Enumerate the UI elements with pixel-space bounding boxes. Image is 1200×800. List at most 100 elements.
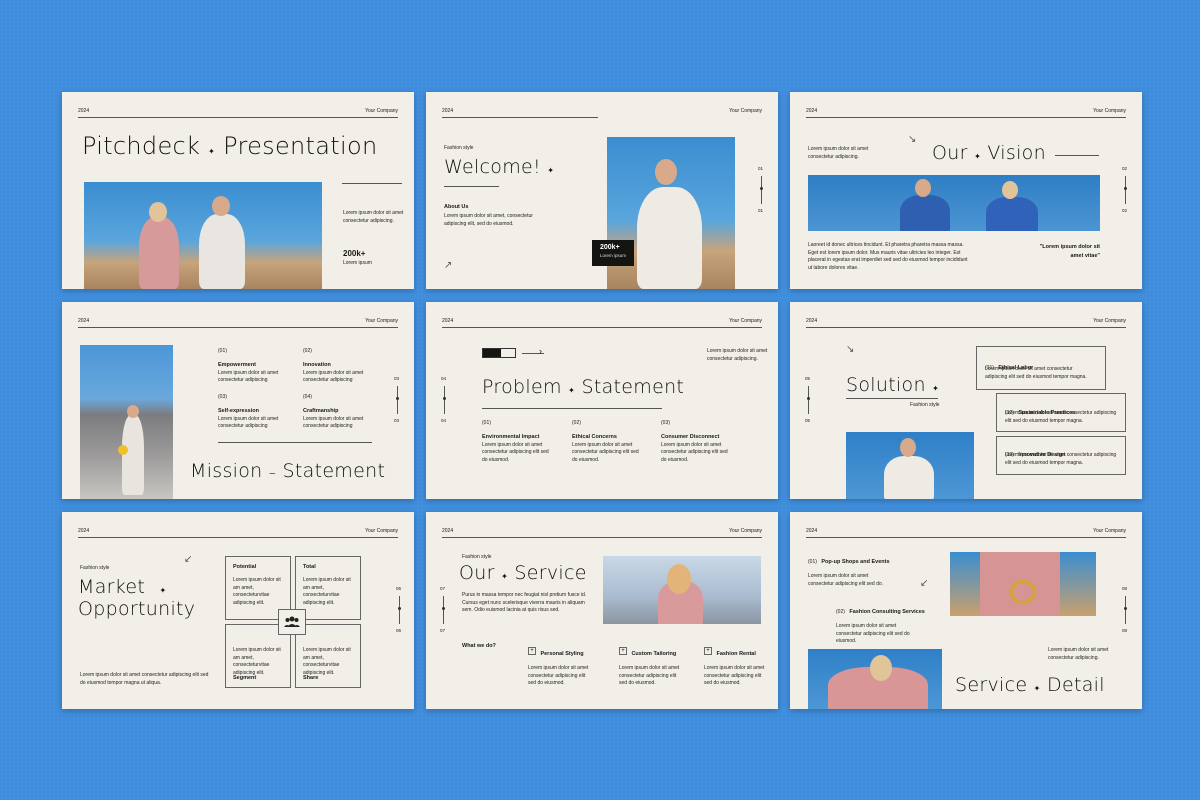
item-title: Innovation: [303, 361, 331, 368]
slide-welcome[interactable]: 2024 Your Company Fashion style Welcome!…: [426, 92, 778, 289]
progress-line: [397, 386, 398, 414]
slide-year: 2024: [78, 318, 90, 324]
slide-mission[interactable]: 2024 Your Company (01) Empowerment Lorem…: [62, 302, 414, 499]
stat-value: 200k+: [343, 249, 366, 258]
page-number: 08: [1122, 628, 1128, 633]
service-title: Custom Tailoring: [631, 651, 677, 657]
slide-company: Your Company: [729, 318, 762, 324]
arrow-down-right-icon: ↘: [908, 134, 917, 145]
hero-photo: [80, 345, 173, 499]
problem-item: (01) Environmental Impact Lorem ipsum do…: [482, 420, 552, 464]
model-head: [127, 405, 139, 418]
model-head: [1002, 181, 1018, 199]
slide-pitchdeck[interactable]: 2024 Your Company Pitchdeck ✦ Presentati…: [62, 92, 414, 289]
progress-line: [443, 596, 444, 624]
tag-label: Fashion style: [444, 145, 474, 151]
stat-card: 200k+ Lorem ipsum: [592, 240, 634, 266]
model-head: [655, 159, 677, 185]
accent-line: [218, 442, 372, 443]
title-part: Welcome!: [444, 156, 541, 178]
page-number: 06: [396, 628, 402, 633]
arrow-down-right-icon: ↘: [846, 344, 855, 355]
problem-item: (03) Consumer Disconnect Lorem ipsum dol…: [661, 420, 731, 464]
model-figure: [122, 415, 144, 495]
slide-year: 2024: [806, 528, 818, 534]
item-number: (04): [303, 394, 312, 400]
cell-title: Share: [303, 675, 319, 681]
plus-icon: +: [528, 646, 536, 655]
service-item: + Fashion Rental Lorem ipsum dolor sit a…: [704, 642, 769, 688]
description: Lorem ipsum dolor sit amet consectetur a…: [707, 348, 768, 362]
item-number: (02): [572, 420, 581, 426]
solution-card: (01) Ethical Labor Lorem ipsum dolor sit…: [976, 346, 1106, 390]
slide-title: Our ✦ Service: [459, 562, 587, 584]
slide-year: 2024: [806, 318, 818, 324]
page-number: 05: [805, 418, 811, 423]
detail-item: (01) Pop-up Shops and Events Lorem ipsum…: [808, 550, 890, 588]
page-number: 08: [1122, 586, 1128, 591]
slide-title: Welcome! ✦: [444, 156, 554, 178]
item-description: Lorem ipsum dolor sit amet consectetur a…: [572, 441, 639, 463]
page-number: 01: [758, 166, 764, 171]
slide-company: Your Company: [1093, 318, 1126, 324]
accent-line: [342, 183, 402, 184]
slide-market[interactable]: 2024 Your Company Fashion style ↙ Market…: [62, 512, 414, 709]
item-title: Consumer Disconnect: [661, 433, 720, 440]
slide-company: Your Company: [365, 528, 398, 534]
progress-dot: [442, 607, 445, 610]
page-number: 01: [758, 208, 764, 213]
item-title: Environmental Impact: [482, 433, 540, 440]
model-figure: [884, 456, 934, 499]
title-part: Mission: [190, 460, 263, 482]
slide-title: Market ✦: [78, 576, 166, 598]
solution-card: (02) Sustainable Practices Lorem ipsum d…: [996, 393, 1126, 432]
page-number: 04: [441, 376, 447, 381]
star-icon: ✦: [568, 386, 576, 395]
item-description: Lorem ipsum dolor sit amet consectetur a…: [482, 441, 549, 463]
title-part: Service: [955, 674, 1028, 696]
star-icon: ✦: [1033, 684, 1041, 693]
hero-photo: [950, 552, 1096, 616]
problem-item: (02) Ethical Concerns Lorem ipsum dolor …: [572, 420, 642, 464]
bag-shape: [118, 445, 128, 455]
hero-photo: [846, 432, 974, 499]
cell-title: Total: [303, 564, 316, 570]
model-head: [149, 202, 167, 222]
slide-company: Your Company: [365, 318, 398, 324]
header-divider: [806, 327, 1126, 328]
progress-line: [1125, 176, 1126, 204]
item-number: (01): [218, 348, 227, 354]
slide-year: 2024: [78, 528, 90, 534]
item-title: Ethical Concerns: [572, 433, 617, 440]
service-title: Personal Styling: [540, 651, 584, 657]
item-title: Empowerment: [218, 361, 256, 368]
hero-photo: [808, 175, 1100, 231]
slide-service[interactable]: 2024 Your Company Fashion style Our ✦ Se…: [426, 512, 778, 709]
description: Laoreet id donec ultrices tincidunt. Et …: [808, 242, 968, 271]
item-description: Lorem ipsum dolor sit amet consectetur a…: [303, 415, 364, 430]
description: Lorem ipsum dolor sit amet consectetur a…: [808, 146, 869, 160]
slide-service-detail[interactable]: 2024 Your Company (01) Pop-up Shops and …: [790, 512, 1142, 709]
progress-dot: [1124, 607, 1127, 610]
necklace-shape: [1010, 580, 1036, 604]
star-icon: ✦: [547, 166, 555, 175]
slide-problem[interactable]: 2024 Your Company › Lorem ipsum dolor si…: [426, 302, 778, 499]
slide-solution[interactable]: 2024 Your Company ↘ 05 05 Solution ✦ Fas…: [790, 302, 1142, 499]
progress-bar: [482, 348, 516, 358]
service-description: Lorem ipsum dolor sit amet consectetur a…: [528, 665, 589, 686]
stat-label: Lorem ipsum: [343, 260, 372, 266]
accent-line: [482, 408, 662, 409]
hero-photo: [84, 182, 322, 289]
slide-company: Your Company: [729, 108, 762, 114]
page-number: 06: [396, 586, 402, 591]
title-part: Statement: [581, 376, 685, 398]
title-part: Vision: [987, 142, 1046, 164]
model-figure: [199, 214, 245, 289]
dash-separator: –: [268, 465, 277, 481]
solution-card: (03) Innovative Design Lorem ipsum dolor…: [996, 436, 1126, 475]
progress-dot: [1124, 187, 1127, 190]
progress-line: [1125, 596, 1126, 624]
slide-vision[interactable]: 2024 Your Company Lorem ipsum dolor sit …: [790, 92, 1142, 289]
title-part: Statement: [282, 460, 386, 482]
model-head: [900, 438, 916, 457]
